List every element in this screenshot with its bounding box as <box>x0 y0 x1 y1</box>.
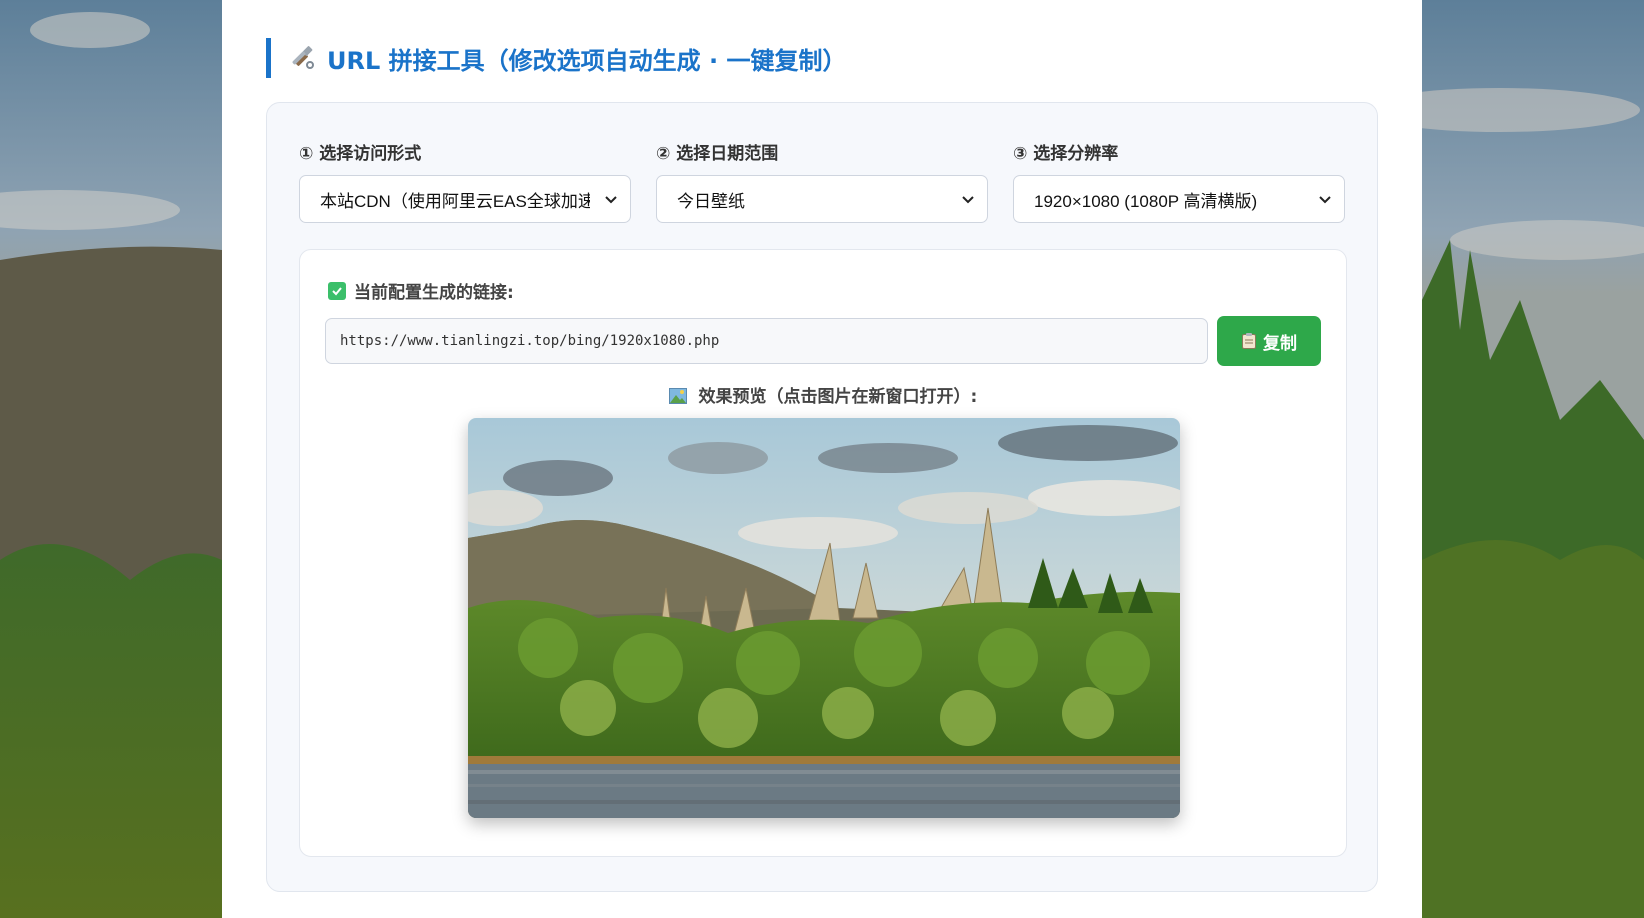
select-group-access: ① 选择访问形式 本站CDN（使用阿里云EAS全球加速 <box>299 139 631 223</box>
preview-image[interactable] <box>468 418 1180 818</box>
access-mode-select[interactable]: 本站CDN（使用阿里云EAS全球加速 <box>299 175 631 223</box>
hammer-wrench-icon <box>292 46 314 69</box>
date-range-value: 今日壁纸 <box>677 191 745 211</box>
selects-row: ① 选择访问形式 本站CDN（使用阿里云EAS全球加速 ② 选择日期范围 今日壁… <box>299 139 1345 223</box>
copy-button-label: 复制 <box>1263 333 1297 354</box>
result-label: 当前配置生成的链接: <box>328 278 514 303</box>
main-page: URL 拼接工具（修改选项自动生成 · 一键复制） ① 选择访问形式 本站CDN… <box>222 0 1422 918</box>
resolution-select[interactable]: 1920×1080 (1080P 高清横版) <box>1013 175 1345 223</box>
picture-icon <box>668 388 687 404</box>
preview-landscape <box>468 418 1180 818</box>
clipboard-icon <box>1242 333 1256 349</box>
result-card: 当前配置生成的链接: 复制 效果预览（点击图片在新窗口打开）: <box>299 249 1347 857</box>
date-select-label: ② 选择日期范围 <box>656 144 779 164</box>
title-text: URL 拼接工具（修改选项自动生成 · 一键复制） <box>327 46 847 75</box>
select-group-resolution: ③ 选择分辨率 1920×1080 (1080P 高清横版) <box>1013 139 1345 223</box>
preview-label: 效果预览（点击图片在新窗口打开）: <box>300 382 1346 407</box>
chevron-down-icon <box>605 196 617 204</box>
copy-button[interactable]: 复制 <box>1217 316 1321 366</box>
preview-label-text: 效果预览（点击图片在新窗口打开）: <box>698 387 978 407</box>
config-panel: ① 选择访问形式 本站CDN（使用阿里云EAS全球加速 ② 选择日期范围 今日壁… <box>266 102 1378 892</box>
access-mode-value: 本站CDN（使用阿里云EAS全球加速 <box>320 191 590 211</box>
resolution-select-label: ③ 选择分辨率 <box>1013 144 1119 164</box>
chevron-down-icon <box>1319 196 1331 204</box>
generated-url-input[interactable] <box>325 318 1208 364</box>
resolution-value: 1920×1080 (1080P 高清横版) <box>1034 191 1258 211</box>
page-title: URL 拼接工具（修改选项自动生成 · 一键复制） <box>266 38 846 78</box>
chevron-down-icon <box>962 196 974 204</box>
result-label-text: 当前配置生成的链接: <box>354 283 514 303</box>
select-group-date: ② 选择日期范围 今日壁纸 <box>656 139 988 223</box>
check-mark-icon <box>328 281 346 300</box>
access-select-label: ① 选择访问形式 <box>299 144 422 164</box>
date-range-select[interactable]: 今日壁纸 <box>656 175 988 223</box>
